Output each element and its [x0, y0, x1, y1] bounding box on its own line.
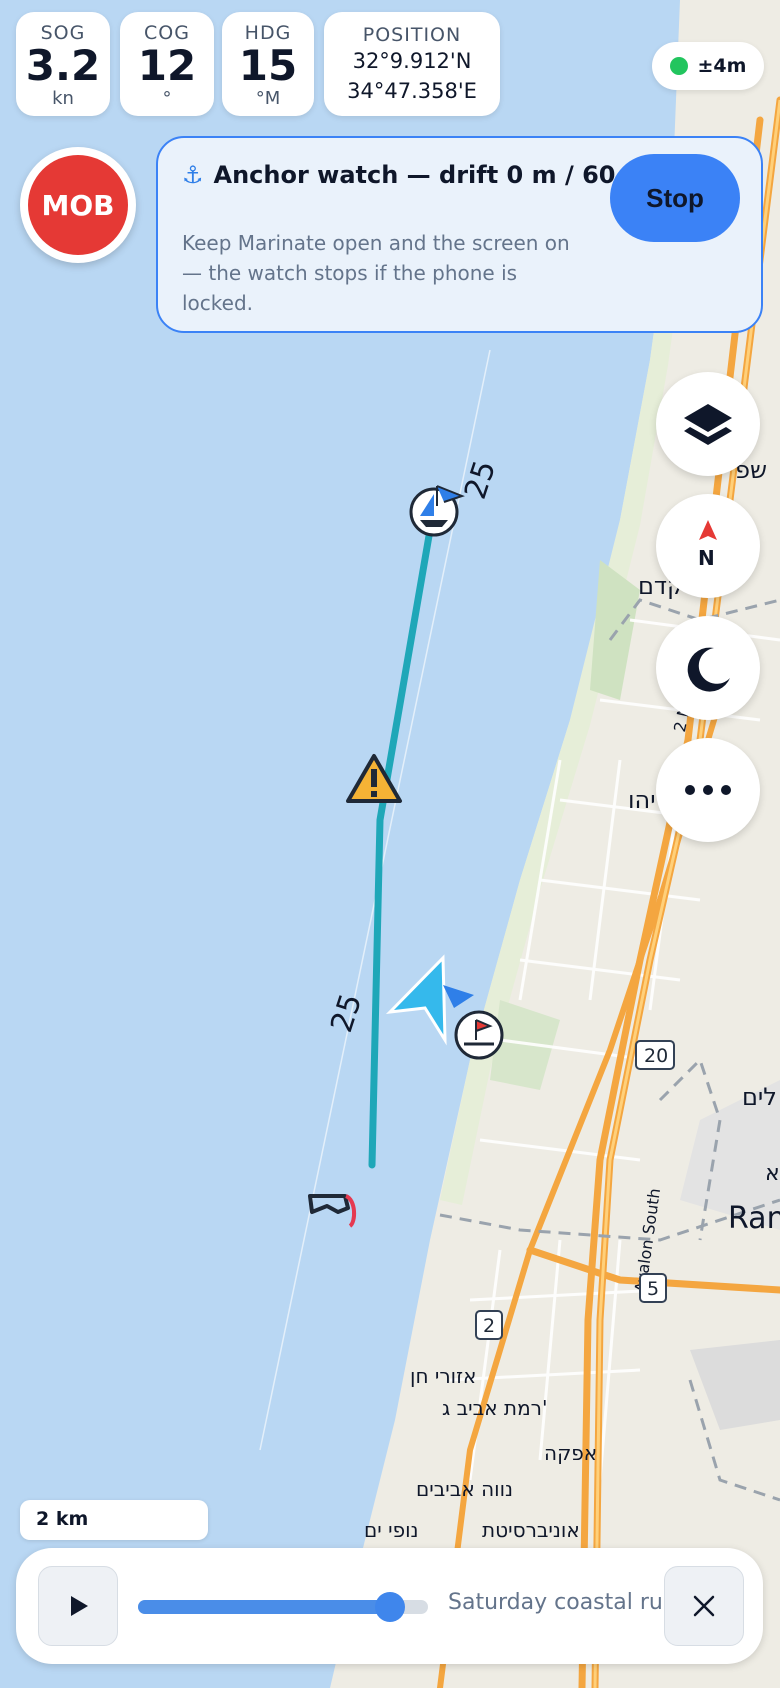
- playback-slider-thumb[interactable]: [375, 1592, 406, 1622]
- svg-text:5: 5: [647, 1278, 659, 1300]
- scale-label: 2 km: [36, 1508, 89, 1530]
- anchor-watch-banner: ⚓ Anchor watch — drift 0 m / 60 m Keep Ma…: [156, 136, 763, 333]
- anchor-icon: ⚓: [182, 161, 204, 189]
- north-arrow-icon: N: [698, 520, 717, 570]
- playback-slider-fill: [138, 1600, 391, 1614]
- gps-accuracy-badge: ±4m: [652, 42, 764, 90]
- marina-icon[interactable]: [454, 1010, 504, 1060]
- place-label-azorei-chen: אזורי חן: [410, 1364, 476, 1388]
- svg-text:2: 2: [483, 1315, 495, 1337]
- play-icon: [71, 1596, 88, 1616]
- mob-label: MOB: [28, 155, 128, 255]
- close-icon: [693, 1595, 715, 1617]
- position-label: POSITION: [362, 24, 462, 46]
- place-label-afeka: אפקה: [544, 1441, 597, 1465]
- road-shield-2: 2: [475, 1310, 503, 1340]
- hdg-value: 15: [238, 41, 298, 90]
- place-label-nofei-yam: נופי ים: [364, 1518, 419, 1542]
- night-mode-button[interactable]: [656, 616, 760, 720]
- cog-value: 12: [137, 41, 197, 90]
- place-label-ramat: Ran: [728, 1201, 780, 1236]
- layers-button[interactable]: [656, 372, 760, 476]
- road-shield-5: 5: [639, 1273, 667, 1303]
- sog-card: SOG 3.2 kn: [16, 12, 110, 116]
- position-lon: 34°47.358'E: [347, 79, 477, 103]
- place-label-neve-avivim: נווה אביבים: [416, 1477, 513, 1501]
- sog-unit: kn: [52, 88, 74, 109]
- sog-value: 3.2: [25, 41, 101, 90]
- position-lat: 32°9.912'N: [352, 49, 472, 73]
- place-label-alef: א: [765, 1161, 780, 1186]
- compass-north-button[interactable]: N: [656, 494, 760, 598]
- more-button[interactable]: [656, 738, 760, 842]
- cog-card: COG 12 °: [120, 12, 214, 116]
- hdg-card: HDG 15 °M: [222, 12, 314, 116]
- trip-name: Saturday coastal run: [448, 1590, 677, 1615]
- place-label-ramat-aviv: רמת אביב ג': [442, 1396, 547, 1420]
- anchor-watch-subtitle: Keep Marinate open and the screen on — t…: [182, 231, 570, 315]
- more-icon: [685, 785, 731, 795]
- position-card: POSITION 32°9.912'N 34°47.358'E: [324, 12, 500, 116]
- place-label-lim: לים: [742, 1083, 777, 1111]
- track-playback-bar: Saturday coastal run: [16, 1548, 763, 1664]
- moon-icon: [687, 647, 730, 692]
- svg-text:20: 20: [644, 1045, 668, 1067]
- play-button[interactable]: [38, 1566, 118, 1646]
- hdg-unit: °M: [255, 88, 281, 109]
- stop-anchor-watch-button[interactable]: Stop: [610, 154, 740, 242]
- road-shield-20: 20: [635, 1040, 675, 1070]
- place-label-university: אוניברסיטת: [482, 1518, 580, 1542]
- place-label-yehu: יהו: [628, 786, 656, 814]
- gps-status-dot: [669, 57, 688, 75]
- scale-bar: 2 km: [20, 1500, 208, 1540]
- anchor-watch-title: Anchor watch — drift 0 m / 60 m: [213, 161, 649, 189]
- mob-button[interactable]: MOB: [20, 147, 136, 263]
- close-playback-button[interactable]: [664, 1566, 744, 1646]
- svg-text:N: N: [698, 546, 715, 570]
- gps-accuracy-text: ±4m: [697, 55, 747, 77]
- playback-slider[interactable]: [138, 1592, 428, 1622]
- layers-icon: [684, 404, 732, 445]
- cog-unit: °: [162, 88, 172, 109]
